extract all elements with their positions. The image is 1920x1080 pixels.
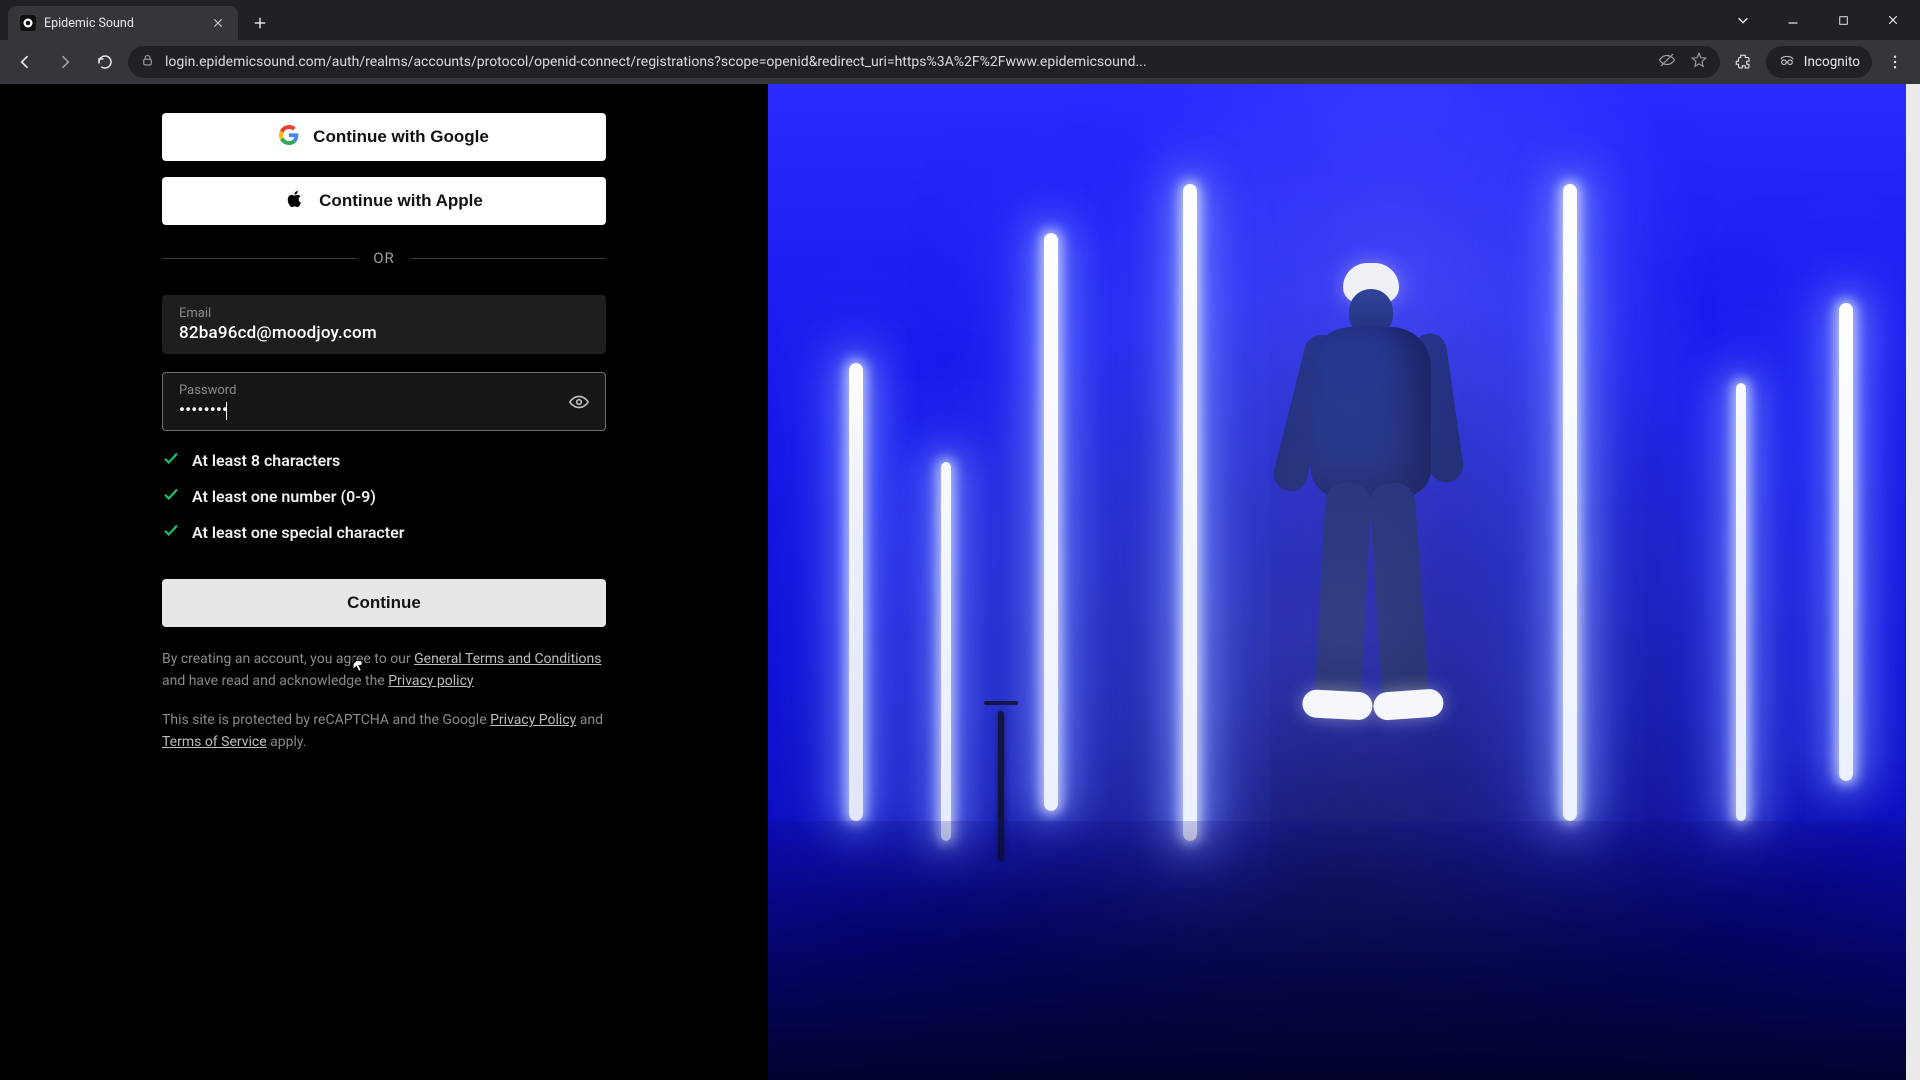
tab-strip: Epidemic Sound <box>0 0 1920 40</box>
bookmark-star-icon[interactable] <box>1690 51 1708 73</box>
tab-search-icon[interactable] <box>1720 4 1766 36</box>
continue-button-label: Continue <box>347 593 421 612</box>
legal-text-part: This site is protected by reCAPTCHA and … <box>162 712 490 728</box>
or-divider: OR <box>162 249 606 267</box>
check-icon <box>162 449 180 471</box>
rule-number: At least one number (0-9) <box>162 485 606 507</box>
address-bar-url: login.epidemicsound.com/auth/realms/acco… <box>165 54 1648 70</box>
privacy-link[interactable]: Privacy policy <box>388 673 473 689</box>
email-label: Email <box>179 306 589 321</box>
apple-icon <box>285 189 305 214</box>
terms-link[interactable]: General Terms and Conditions <box>414 651 601 667</box>
tab-favicon <box>20 15 36 31</box>
legal-text: By creating an account, you agree to our… <box>162 649 606 754</box>
email-field[interactable]: Email 82ba96cd@moodjoy.com <box>162 295 606 354</box>
check-icon <box>162 485 180 507</box>
scrollbar[interactable] <box>1906 84 1920 1080</box>
email-value: 82ba96cd@moodjoy.com <box>179 323 549 343</box>
window-maximize-icon[interactable] <box>1820 4 1866 36</box>
rule-text: At least one special character <box>192 523 405 542</box>
password-field[interactable]: Password •••••••• <box>162 372 606 431</box>
legal-text-part: and <box>576 712 603 728</box>
legal-text-part: apply. <box>267 734 307 750</box>
continue-button[interactable]: Continue <box>162 579 606 627</box>
rule-text: At least 8 characters <box>192 451 340 470</box>
continue-with-apple-button[interactable]: Continue with Apple <box>162 177 606 225</box>
kebab-menu-icon[interactable] <box>1878 45 1912 79</box>
incognito-label: Incognito <box>1804 54 1860 70</box>
incognito-chip[interactable]: Incognito <box>1766 46 1872 78</box>
legal-text-part: By creating an account, you agree to our <box>162 651 414 667</box>
nav-forward-icon[interactable] <box>48 45 82 79</box>
page: Already have an account? Log in Continue… <box>0 84 1920 1080</box>
browser-chrome: Epidemic Sound <box>0 0 1920 84</box>
tab-title: Epidemic Sound <box>44 16 202 31</box>
browser-tab[interactable]: Epidemic Sound <box>8 6 238 40</box>
google-privacy-link[interactable]: Privacy Policy <box>490 712 576 728</box>
google-icon <box>279 125 299 150</box>
hero-media <box>768 84 1920 1080</box>
new-tab-button[interactable] <box>246 9 274 37</box>
or-label: OR <box>373 249 395 267</box>
eye-off-icon[interactable] <box>1658 51 1676 73</box>
google-tos-link[interactable]: Terms of Service <box>162 734 267 750</box>
password-label: Password <box>179 383 589 398</box>
lock-icon <box>140 53 155 72</box>
rule-8-chars: At least 8 characters <box>162 449 606 471</box>
window-close-icon[interactable] <box>1870 4 1916 36</box>
check-icon <box>162 521 180 543</box>
nav-reload-icon[interactable] <box>88 45 122 79</box>
extensions-icon[interactable] <box>1726 45 1760 79</box>
password-value: •••••••• <box>179 400 549 420</box>
window-controls <box>1720 0 1920 40</box>
toggle-password-visibility-icon[interactable] <box>565 388 593 416</box>
google-button-label: Continue with Google <box>313 127 489 147</box>
legal-text-part: and have read and acknowledge the <box>162 673 388 689</box>
browser-toolbar: login.epidemicsound.com/auth/realms/acco… <box>0 40 1920 84</box>
nav-back-icon[interactable] <box>8 45 42 79</box>
window-minimize-icon[interactable] <box>1770 4 1816 36</box>
rule-text: At least one number (0-9) <box>192 487 376 506</box>
incognito-icon <box>1778 51 1796 73</box>
auth-panel: Already have an account? Log in Continue… <box>0 84 768 1080</box>
address-bar[interactable]: login.epidemicsound.com/auth/realms/acco… <box>128 46 1720 78</box>
continue-with-google-button[interactable]: Continue with Google <box>162 113 606 161</box>
rule-special: At least one special character <box>162 521 606 543</box>
tab-close-icon[interactable] <box>210 15 226 31</box>
apple-button-label: Continue with Apple <box>319 191 483 211</box>
